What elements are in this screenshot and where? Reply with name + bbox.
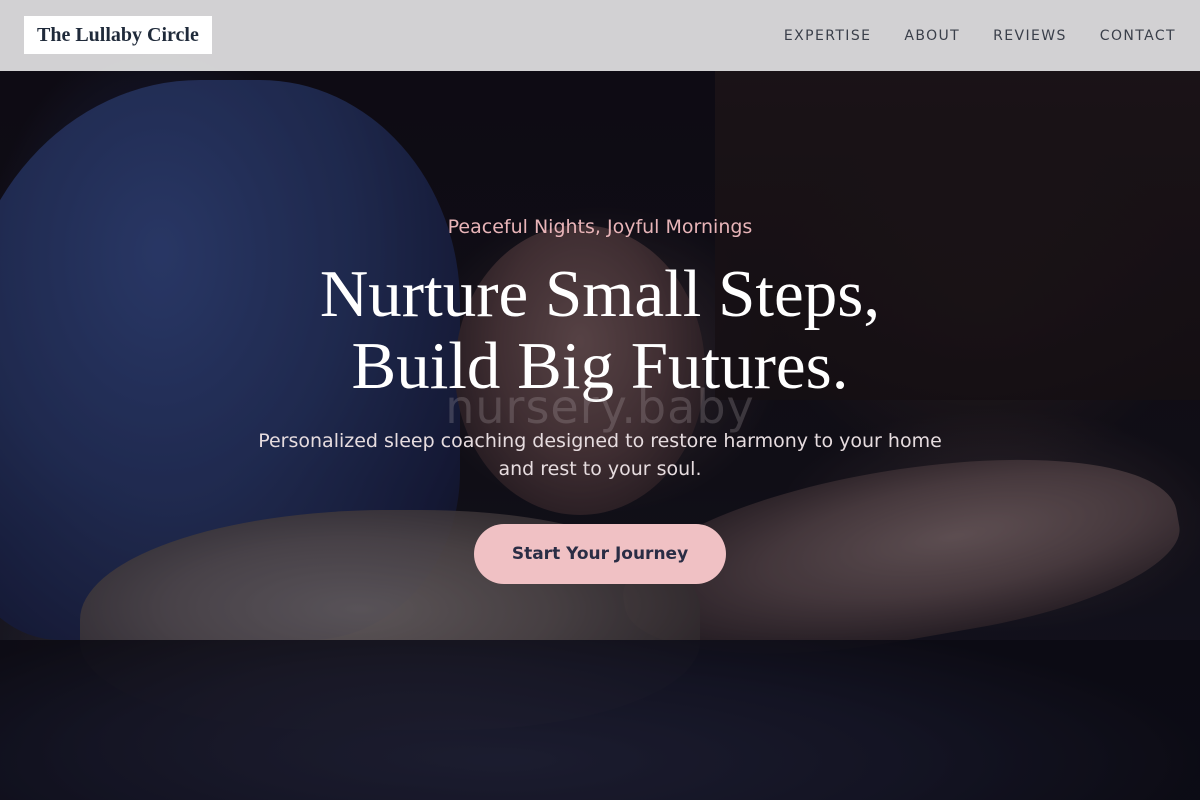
main-nav: EXPERTISE ABOUT REVIEWS CONTACT: [784, 0, 1176, 71]
navbar: The Lullaby Circle EXPERTISE ABOUT REVIE…: [0, 0, 1200, 71]
headline-line-1: Nurture Small Steps,: [319, 257, 881, 331]
nav-link-expertise[interactable]: EXPERTISE: [784, 28, 871, 44]
hero-subtext: Personalized sleep coaching designed to …: [258, 430, 942, 480]
hero-content: Peaceful Nights, Joyful Mornings Nurture…: [0, 0, 1200, 800]
brand-logo[interactable]: The Lullaby Circle: [24, 16, 212, 54]
hero-tagline: Peaceful Nights, Joyful Mornings: [447, 216, 753, 238]
nav-link-contact[interactable]: CONTACT: [1100, 28, 1176, 44]
nav-link-reviews[interactable]: REVIEWS: [993, 28, 1067, 44]
start-journey-button[interactable]: Start Your Journey: [474, 524, 726, 584]
nav-link-about[interactable]: ABOUT: [904, 28, 960, 44]
watermark-text: nursery.baby: [445, 380, 755, 434]
